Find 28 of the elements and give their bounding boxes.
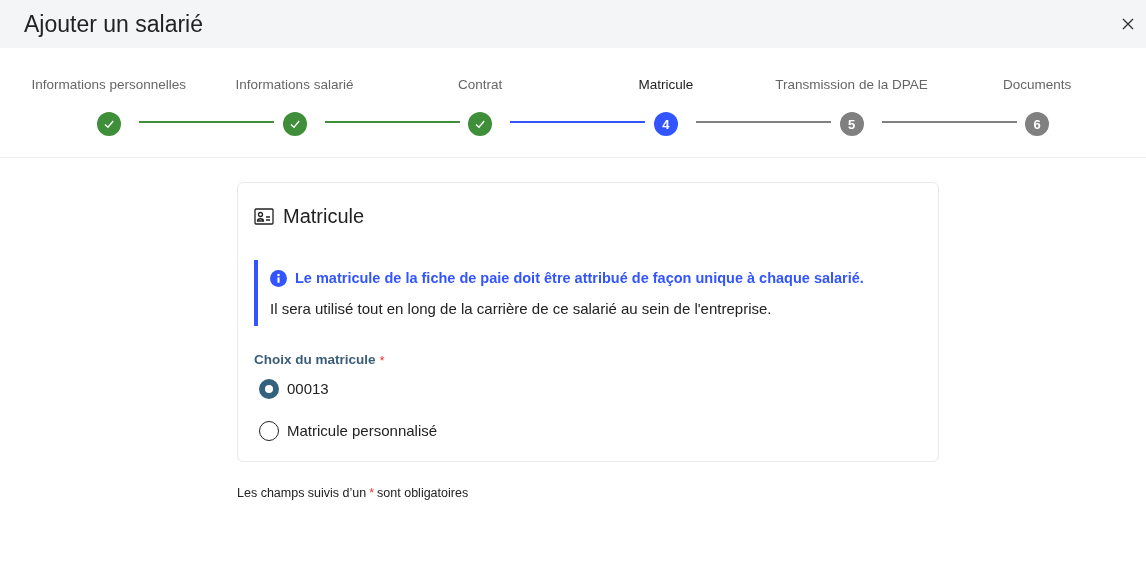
step-indicator: 4 <box>653 112 678 137</box>
step-label: Transmission de la DPAE <box>775 76 928 94</box>
required-asterisk: * <box>369 484 375 502</box>
footer-note: Les champs suivis d’un <box>237 484 367 502</box>
footer-note: sont obligatoires <box>377 484 469 502</box>
card-title: Matricule <box>283 204 365 229</box>
step-label: Documents <box>1003 76 1072 94</box>
check-icon <box>288 118 301 131</box>
info-text: Il sera utilisé tout en long de la carrière de ce salarié au sein de l'entreprise. <box>270 298 773 319</box>
required-asterisk: * <box>379 351 385 370</box>
check-icon <box>474 118 487 131</box>
step-indicator: 5 <box>839 112 864 137</box>
close-icon <box>1121 17 1135 31</box>
check-icon <box>102 118 115 131</box>
info-heading: Le matricule de la fiche de paie doit être attribué de façon unique à chaque salarié. <box>295 269 864 288</box>
radio-button[interactable] <box>259 378 279 399</box>
step-label: Informations salarié <box>235 76 354 94</box>
id-card-icon <box>254 207 274 225</box>
field-label: Choix du matricule <box>254 351 376 370</box>
window-title: Ajouter un salarié <box>24 9 203 39</box>
step-label: Matricule <box>638 76 694 94</box>
radio-option[interactable]: Matricule personnalisé <box>254 420 922 443</box>
radio-option[interactable]: 00013 <box>254 377 922 400</box>
radio-button[interactable] <box>259 421 279 442</box>
step-label: Informations personnelles <box>31 76 187 94</box>
info-icon <box>270 270 287 288</box>
step-indicator: 6 <box>1025 112 1050 137</box>
step-label: Contrat <box>458 76 503 94</box>
